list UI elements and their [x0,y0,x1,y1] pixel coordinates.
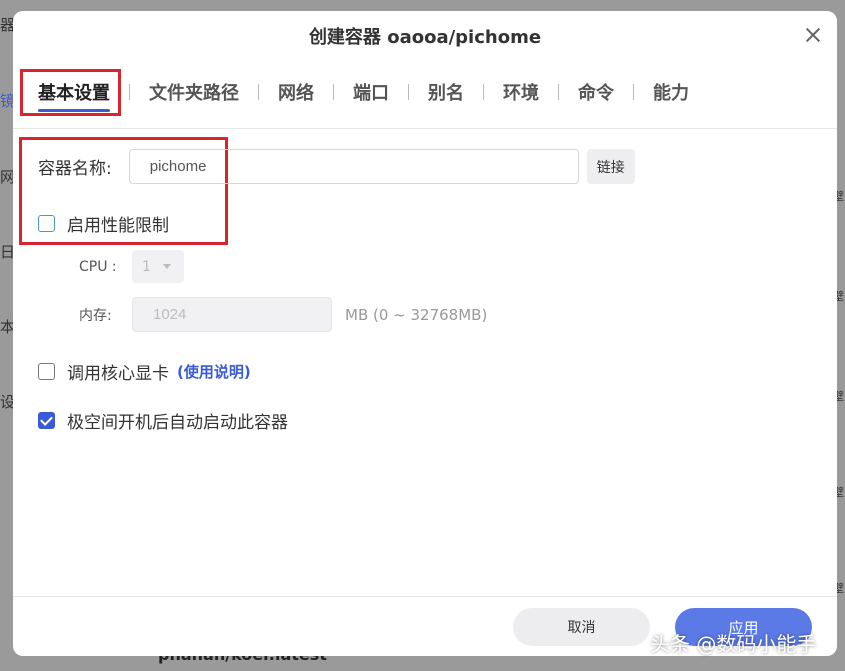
link-button[interactable]: 链接 [586,149,635,184]
autostart-label: 极空间开机后自动启动此容器 [67,413,288,433]
tab-environment[interactable]: 环境 [503,79,539,105]
gpu-help-link[interactable]: (使用说明) [177,361,251,382]
memory-row: 内存: 1024 MB (0 ~ 32768MB) [79,297,487,332]
memory-input[interactable]: 1024 [132,297,332,332]
highlight-box-tab [20,69,121,116]
tab-separator [333,84,334,100]
perf-limit-label: 启用性能限制 [67,216,169,236]
container-name-input[interactable]: pichome [128,149,579,184]
tab-separator [408,84,409,100]
gpu-checkbox[interactable] [38,363,55,380]
cpu-label: CPU : [79,258,117,275]
autostart-row: 极空间开机后自动启动此容器 [38,408,288,433]
tab-network[interactable]: 网络 [278,79,314,105]
tab-alias[interactable]: 别名 [428,79,464,105]
perf-limit-row: 启用性能限制 [38,211,169,236]
memory-label: 内存: [79,307,112,324]
watermark: 头条 @数码小能手 [650,632,817,656]
gpu-label: 调用核心显卡 [67,364,169,384]
cancel-button[interactable]: 取消 [513,608,650,646]
cpu-value: 1 [142,258,151,275]
tab-separator [633,84,634,100]
container-name-row: 容器名称: pichome 链接 [38,149,635,184]
chevron-down-icon [162,264,171,269]
cpu-row: CPU : 1 [79,250,184,283]
tab-command[interactable]: 命令 [578,79,614,105]
tab-separator [258,84,259,100]
tabs-divider [13,128,837,129]
dialog-title: 创建容器 oaooa/pichome [308,27,542,48]
footer-divider [13,596,837,597]
autostart-checkbox[interactable] [38,412,55,429]
tab-folder-path[interactable]: 文件夹路径 [149,79,239,105]
close-icon[interactable] [803,25,823,45]
container-name-label: 容器名称: [38,159,112,179]
tab-separator [483,84,484,100]
memory-range: MB (0 ~ 32768MB) [345,305,488,324]
tab-separator [558,84,559,100]
cpu-select[interactable]: 1 [132,250,184,283]
tab-capability[interactable]: 能力 [653,79,689,105]
tab-bar: 基本设置 文件夹路径 网络 端口 别名 环境 命令 能力 [38,77,689,112]
gpu-row: 调用核心显卡 (使用说明) [38,359,251,384]
create-container-dialog: 创建容器 oaooa/pichome 基本设置 文件夹路径 网络 端口 别名 环… [13,11,837,656]
tab-separator [129,84,130,100]
perf-limit-checkbox[interactable] [38,215,55,232]
tab-port[interactable]: 端口 [353,79,389,105]
